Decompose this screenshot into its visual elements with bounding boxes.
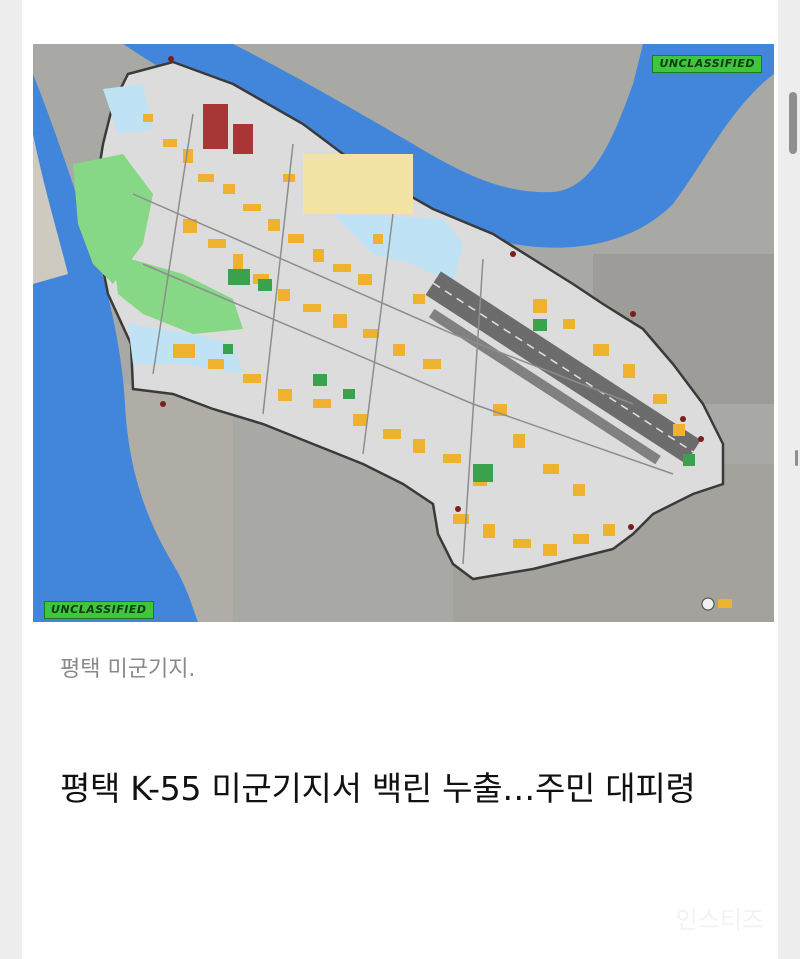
base-map-graphic [33,44,774,622]
image-caption: 평택 미군기지. [60,657,196,682]
base-map-image[interactable]: UNCLASSIFIED UNCLASSIFIED [33,44,774,622]
unclassified-badge-bottom: UNCLASSIFIED [44,601,154,619]
unclassified-badge-top: UNCLASSIFIED [652,55,762,73]
article-card: UNCLASSIFIED UNCLASSIFIED 평택 미군기지. 평택 K-… [22,0,778,959]
scroll-position-marker [795,450,798,466]
site-watermark: 인스티즈 [675,906,764,934]
page-scrollbar[interactable] [778,0,800,959]
article-headline[interactable]: 평택 K-55 미군기지서 백린 누출…주민 대피령 [60,756,750,821]
scrollbar-thumb[interactable] [789,92,797,154]
